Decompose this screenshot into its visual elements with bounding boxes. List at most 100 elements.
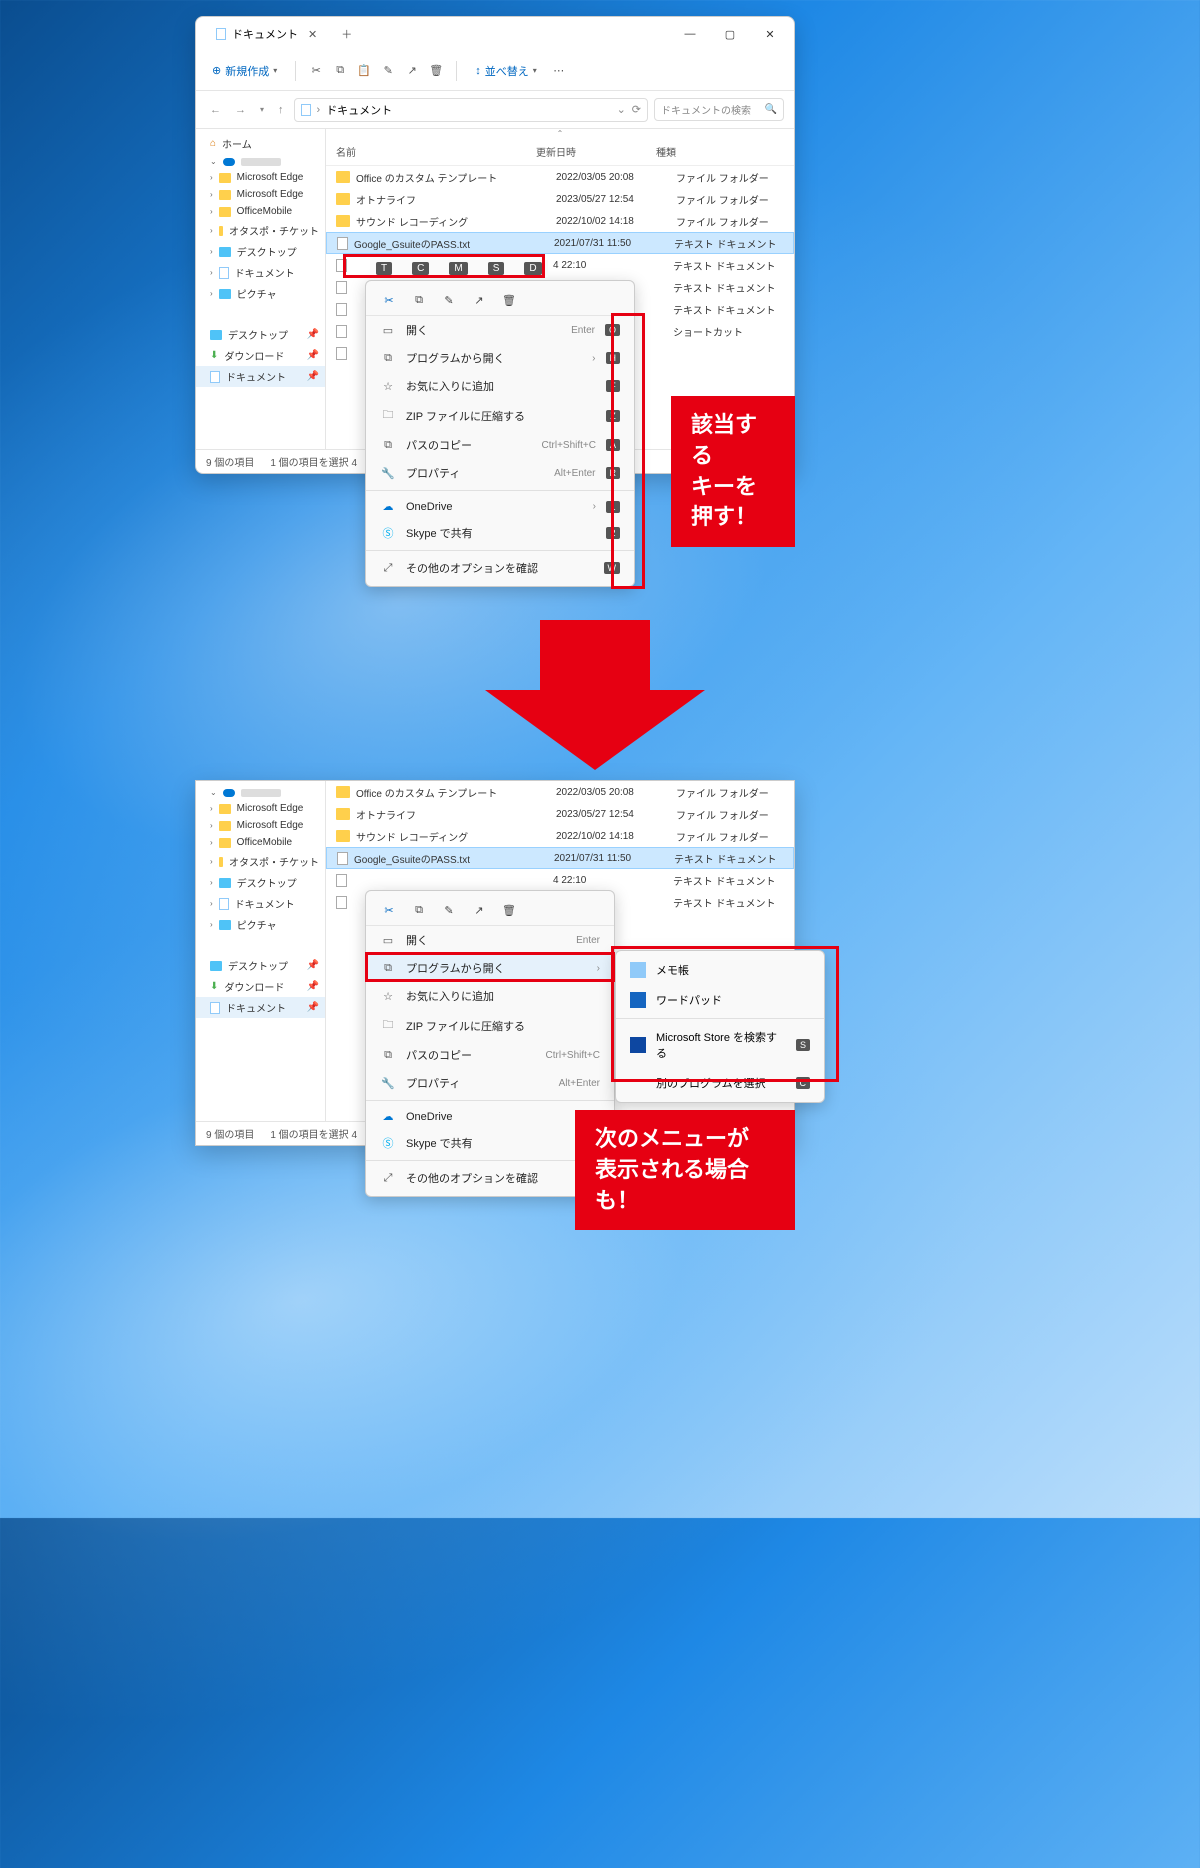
file-row[interactable]: Google_GsuiteのPASS.txt2021/07/31 11:50テキ… bbox=[326, 232, 794, 254]
open-with-icon: ⧉ bbox=[380, 352, 396, 365]
file-row[interactable]: 4 22:10テキスト ドキュメント bbox=[326, 869, 794, 891]
sidebar-item[interactable]: ›Microsoft Edge bbox=[196, 800, 325, 817]
file-row[interactable]: Office のカスタム テンプレート2022/03/05 20:08ファイル … bbox=[326, 781, 794, 803]
rename-icon[interactable]: ✎ bbox=[380, 63, 396, 79]
sidebar-item[interactable]: ›ドキュメント bbox=[196, 893, 325, 914]
address-bar[interactable]: › ドキュメント ⌄ ⟳ bbox=[294, 98, 648, 122]
file-row[interactable]: オトナライフ2023/05/27 12:54ファイル フォルダー bbox=[326, 188, 794, 210]
sidebar-item[interactable]: ›デスクトップ bbox=[196, 241, 325, 262]
up-button[interactable]: ↑ bbox=[274, 100, 288, 120]
copy-icon[interactable]: ⧉ bbox=[332, 63, 348, 79]
copy-icon[interactable]: ⧉ bbox=[410, 901, 428, 919]
tab-documents[interactable]: ドキュメント ✕ bbox=[206, 20, 331, 48]
sidebar: ⌄ ›Microsoft Edge ›Microsoft Edge ›Offic… bbox=[196, 781, 326, 1121]
file-row[interactable]: Office のカスタム テンプレート2022/03/05 20:08ファイル … bbox=[326, 166, 794, 188]
more-icon: ⤢ bbox=[380, 562, 396, 575]
col-date[interactable]: 更新日時 bbox=[536, 144, 656, 159]
file-row[interactable]: サウンド レコーディング2022/10/02 14:18ファイル フォルダー bbox=[326, 210, 794, 232]
submenu-choose[interactable]: 別のプログラムを選択C bbox=[616, 1068, 824, 1098]
share-icon[interactable]: ↗ bbox=[470, 291, 488, 309]
file-icon bbox=[337, 852, 348, 865]
file-row[interactable]: サウンド レコーディング2022/10/02 14:18ファイル フォルダー bbox=[326, 825, 794, 847]
search-input[interactable]: ドキュメントの検索 🔍 bbox=[654, 98, 784, 121]
close-tab-icon[interactable]: ✕ bbox=[304, 28, 321, 41]
sidebar-pin[interactable]: ⬇ダウンロード📌 bbox=[196, 976, 325, 997]
sidebar-pin-documents[interactable]: ドキュメント📌 bbox=[196, 366, 325, 387]
sidebar-item[interactable]: ›オタスポ・チケット bbox=[196, 220, 325, 241]
share-icon[interactable]: ↗ bbox=[404, 63, 420, 79]
rename-icon[interactable]: ✎ bbox=[440, 291, 458, 309]
forward-button[interactable]: → bbox=[231, 100, 250, 120]
sidebar-item[interactable]: ›Microsoft Edge bbox=[196, 186, 325, 203]
ctx-open[interactable]: ▭開くEnter bbox=[366, 926, 614, 954]
ctx-favorite[interactable]: ☆お気に入りに追加F bbox=[366, 372, 634, 400]
cut-icon[interactable]: ✂ bbox=[380, 901, 398, 919]
folder-icon bbox=[336, 193, 350, 205]
sidebar-pin-documents[interactable]: ドキュメント📌 bbox=[196, 997, 325, 1018]
copy-icon[interactable]: ⧉ bbox=[410, 291, 428, 309]
file-row[interactable]: Google_GsuiteのPASS.txt2021/07/31 11:50テキ… bbox=[326, 847, 794, 869]
back-button[interactable]: ← bbox=[206, 100, 225, 120]
new-button[interactable]: ⊕ 新規作成 ▾ bbox=[206, 59, 283, 83]
ctx-zip[interactable]: 🗀ZIP ファイルに圧縮するZ bbox=[366, 400, 634, 431]
close-button[interactable]: ✕ bbox=[750, 19, 790, 49]
sidebar-item[interactable]: ›デスクトップ bbox=[196, 872, 325, 893]
pictures-icon bbox=[219, 289, 231, 299]
sidebar-item[interactable]: ›オタスポ・チケット bbox=[196, 851, 325, 872]
maximize-button[interactable]: ▢ bbox=[710, 19, 750, 49]
sidebar-item[interactable]: ›ピクチャ bbox=[196, 283, 325, 304]
sidebar-item[interactable]: ›Microsoft Edge bbox=[196, 817, 325, 834]
ctx-favorite[interactable]: ☆お気に入りに追加 bbox=[366, 982, 614, 1010]
ctx-onedrive[interactable]: ☁OneDrive›1 bbox=[366, 494, 634, 519]
ctx-open[interactable]: ▭開くEnterO bbox=[366, 316, 634, 344]
sort-button[interactable]: ↕ 並べ替え ▾ bbox=[469, 59, 543, 83]
submenu-wordpad[interactable]: ワードパッド bbox=[616, 985, 824, 1015]
sidebar-item[interactable]: ›ピクチャ bbox=[196, 914, 325, 935]
ctx-zip[interactable]: 🗀ZIP ファイルに圧縮する bbox=[366, 1010, 614, 1041]
sidebar-home[interactable]: ⌂ホーム bbox=[196, 133, 325, 154]
download-icon: ⬇ bbox=[210, 350, 218, 361]
submenu-notepad[interactable]: メモ帳 bbox=[616, 955, 824, 985]
ctx-copy-path[interactable]: ⧉パスのコピーCtrl+Shift+CA bbox=[366, 431, 634, 459]
sidebar-pin[interactable]: デスクトップ📌 bbox=[196, 324, 325, 345]
sidebar-item[interactable]: ›Microsoft Edge bbox=[196, 169, 325, 186]
document-icon bbox=[219, 267, 229, 279]
ctx-skype[interactable]: ⓈSkype で共有2 bbox=[366, 519, 634, 547]
ctx-properties[interactable]: 🔧プロパティAlt+Enter bbox=[366, 1069, 614, 1097]
ctx-open-with[interactable]: ⧉プログラムから開く›H bbox=[366, 344, 634, 372]
sidebar-onedrive[interactable]: ⌄ bbox=[196, 154, 325, 169]
sidebar-item[interactable]: ›OfficeMobile bbox=[196, 203, 325, 220]
delete-icon[interactable]: 🗑 bbox=[500, 901, 518, 919]
onedrive-icon: ☁ bbox=[380, 500, 396, 513]
cut-icon[interactable]: ✂ bbox=[308, 63, 324, 79]
ctx-open-with[interactable]: ⧉プログラムから開く› bbox=[366, 954, 614, 982]
sidebar-onedrive[interactable]: ⌄ bbox=[196, 785, 325, 800]
chevron-down-icon[interactable]: ▾ bbox=[256, 101, 268, 118]
sidebar-pin[interactable]: ⬇ダウンロード📌 bbox=[196, 345, 325, 366]
cut-icon[interactable]: ✂ bbox=[380, 291, 398, 309]
sidebar-item[interactable]: ›ドキュメント bbox=[196, 262, 325, 283]
minimize-button[interactable]: — bbox=[670, 19, 710, 49]
paste-icon[interactable]: 📋 bbox=[356, 63, 372, 79]
column-headers[interactable]: 名前 更新日時 種類 bbox=[326, 138, 794, 166]
ctx-copy-path[interactable]: ⧉パスのコピーCtrl+Shift+C bbox=[366, 1041, 614, 1069]
sidebar-pin[interactable]: デスクトップ📌 bbox=[196, 955, 325, 976]
more-icon[interactable]: ⋯ bbox=[551, 63, 567, 79]
ctx-more-options[interactable]: ⤢その他のオプションを確認W bbox=[366, 554, 634, 582]
folder-icon bbox=[219, 173, 231, 183]
col-name[interactable]: 名前 bbox=[336, 144, 536, 159]
submenu-store[interactable]: Microsoft Store を検索するS bbox=[616, 1022, 824, 1068]
new-tab-button[interactable]: ＋ bbox=[331, 26, 362, 42]
rename-icon[interactable]: ✎ bbox=[440, 901, 458, 919]
delete-icon[interactable]: 🗑 bbox=[500, 291, 518, 309]
document-icon bbox=[216, 28, 226, 40]
ctx-properties[interactable]: 🔧プロパティAlt+EnterR bbox=[366, 459, 634, 487]
search-icon: 🔍 bbox=[765, 104, 777, 115]
refresh-icon[interactable]: ⟳ bbox=[632, 103, 641, 116]
delete-icon[interactable]: 🗑 bbox=[428, 63, 444, 79]
sidebar-item[interactable]: ›OfficeMobile bbox=[196, 834, 325, 851]
file-row[interactable]: オトナライフ2023/05/27 12:54ファイル フォルダー bbox=[326, 803, 794, 825]
share-icon[interactable]: ↗ bbox=[470, 901, 488, 919]
col-type[interactable]: 種類 bbox=[656, 144, 784, 159]
chevron-down-icon[interactable]: ⌄ bbox=[617, 103, 626, 116]
